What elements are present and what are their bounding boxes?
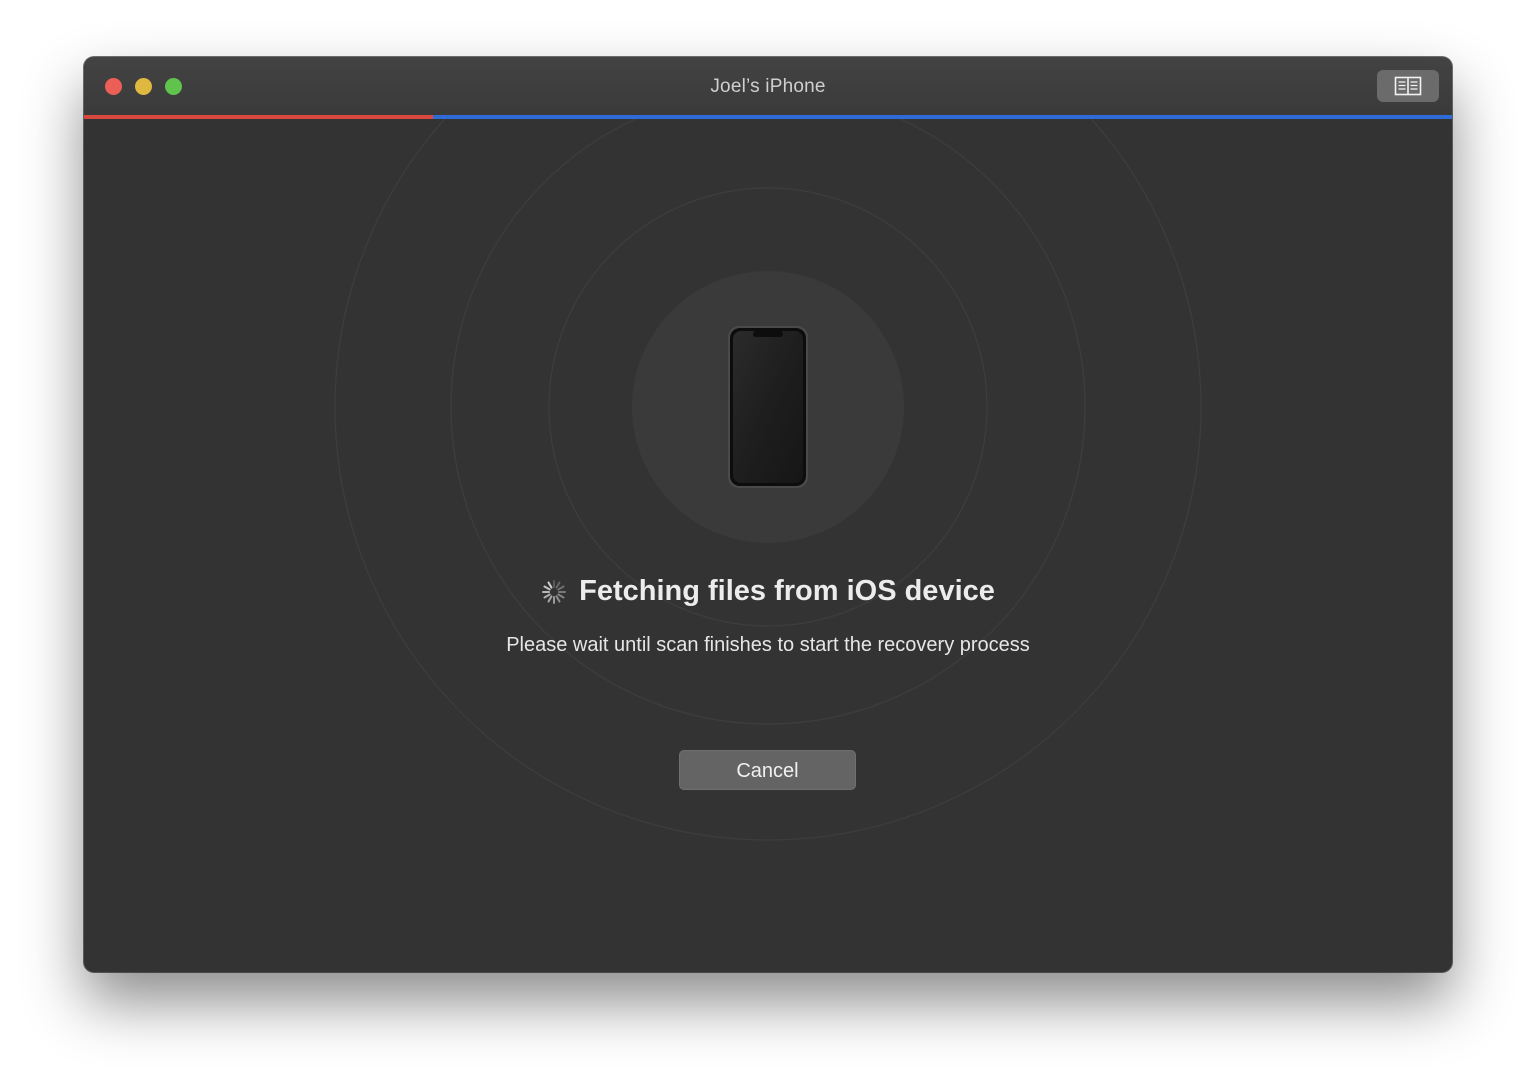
app-window: Joel’s iPhone	[84, 57, 1452, 972]
status-subtitle: Please wait until scan finishes to start…	[84, 634, 1452, 657]
status-line: Fetching files from iOS device	[84, 575, 1452, 608]
title-bar: Joel’s iPhone	[84, 57, 1452, 115]
cancel-button[interactable]: Cancel	[679, 750, 856, 790]
spinner-icon	[541, 579, 567, 605]
window-title: Joel’s iPhone	[84, 76, 1452, 98]
iphone-icon	[727, 325, 809, 489]
guide-button[interactable]	[1377, 70, 1439, 102]
status-title: Fetching files from iOS device	[579, 575, 995, 608]
book-icon	[1394, 76, 1422, 96]
radar-rings	[84, 119, 1452, 972]
